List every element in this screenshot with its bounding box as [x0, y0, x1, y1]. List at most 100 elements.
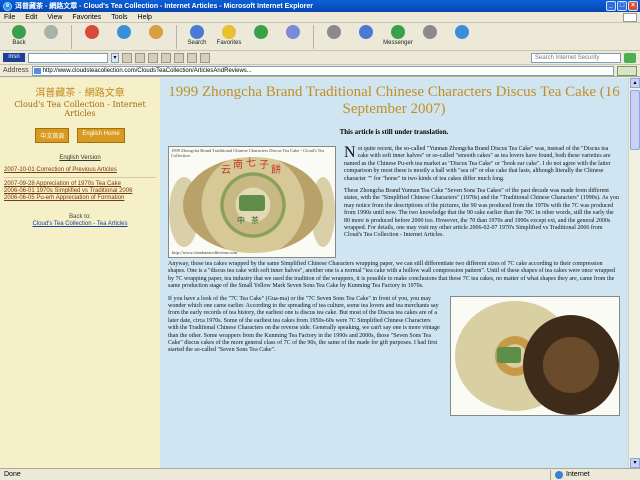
toolbar-button[interactable] [77, 25, 107, 40]
section-heading: English Version [59, 155, 101, 161]
tea-cake-photo: 1999 Zhongcha Brand Traditional Chinese … [168, 146, 336, 258]
dropcap: N [344, 144, 356, 161]
article-link[interactable]: 2007-09-28 Appreciation of 1970s Tea Cak… [4, 181, 156, 188]
go-button[interactable] [624, 52, 636, 63]
url-input[interactable]: http://www.cloudsteacollection.com/Cloud… [31, 65, 614, 76]
highlight-icon[interactable] [122, 52, 132, 63]
toolbar-button[interactable] [351, 25, 381, 40]
go-button[interactable] [617, 65, 637, 76]
toolbar-button[interactable] [278, 25, 308, 40]
discuss-icon [455, 25, 469, 39]
menu-edit[interactable]: Edit [25, 14, 37, 21]
mail-icon [286, 25, 300, 39]
windows-logo-icon [623, 13, 637, 22]
toolbar-button[interactable]: Search [182, 25, 212, 46]
paragraph-text: ot quite recent, the so-called "Yunnan Z… [344, 146, 611, 182]
address-label: Address [3, 67, 29, 74]
footer-link[interactable]: Cloud's Tea Collection - Tea Articles [4, 221, 156, 228]
sidebar-footer: Back to: Cloud's Tea Collection - Tea Ar… [4, 214, 156, 228]
page-title: 1999 Zhongcha Brand Traditional Chinese … [168, 84, 620, 117]
site-title-english: Cloud's Tea Collection - Internet Articl… [14, 100, 146, 118]
globe-icon [555, 470, 563, 479]
wrapper-character: 子 [259, 160, 269, 171]
msn-search-input[interactable] [28, 52, 108, 63]
popup-blocker-icon[interactable] [135, 52, 145, 63]
toolbar-separator [313, 25, 314, 49]
close-button[interactable]: × [628, 1, 638, 11]
scroll-down-icon[interactable]: ▾ [630, 458, 640, 468]
chinese-home-button[interactable]: 中文首頁 [35, 128, 70, 143]
maximize-button[interactable]: □ [617, 1, 627, 11]
sidebar: 洱普藏茶 · 網路文章 Cloud's Tea Collection - Int… [0, 78, 160, 468]
wrapper-character: 餅 [271, 165, 281, 176]
wrapper-character: 南 [233, 160, 243, 171]
language-buttons: 中文首頁 English Home [4, 128, 156, 143]
site-title-chinese: 洱普藏茶 · 網路文章 [35, 88, 125, 99]
history-icon [254, 25, 268, 39]
page-icon [33, 67, 41, 74]
paragraph-text: These Zhongcha Brand Yunnan Tea Cake "Se… [344, 188, 619, 239]
spaces-icon[interactable] [200, 52, 210, 63]
divider [4, 177, 156, 178]
wrapper-character: 中 [237, 216, 245, 225]
toolbar-button[interactable] [109, 25, 139, 40]
msn-logo: msn [3, 53, 25, 62]
url-text: http://www.cloudsteacollection.com/Cloud… [42, 67, 252, 74]
tea-cake-photo [450, 295, 620, 416]
address-bar: Address http://www.cloudsteacollection.c… [0, 65, 640, 77]
edit-icon [359, 25, 373, 39]
chevron-down-icon[interactable]: ▾ [111, 52, 119, 63]
toolbar-button[interactable] [415, 25, 445, 40]
scrollbar-thumb[interactable] [630, 90, 640, 150]
article-main: 1999 Zhongcha Brand Traditional Chinese … [160, 78, 628, 468]
menu-file[interactable]: File [4, 14, 15, 21]
search-toolbar: msn ▾ Search Internet Security [0, 51, 640, 65]
toolbar-button[interactable] [246, 25, 276, 40]
messenger-icon[interactable] [161, 52, 171, 63]
photo-url: http://www.cloudsteacollection.com [172, 249, 237, 255]
toolbar-button[interactable]: Favorites [214, 25, 244, 46]
zhongcha-logo-icon [239, 195, 265, 211]
mail-icon[interactable] [148, 52, 158, 63]
security-zone: Internet [550, 469, 640, 480]
forward-arrow-icon [44, 25, 58, 39]
toolbar-button[interactable] [141, 25, 171, 40]
article-link[interactable]: 2007-10-01 Correction of Previous Articl… [4, 167, 156, 174]
article-link[interactable]: 2006-06-05 Pu-erh Appreciation of Format… [4, 195, 156, 202]
scroll-up-icon[interactable]: ▴ [630, 78, 640, 88]
article-link[interactable]: 2006-06-01 1970s Simplified vs Tradition… [4, 188, 156, 195]
toolbar-button[interactable] [447, 25, 477, 40]
internet-security-search[interactable]: Search Internet Security [531, 52, 621, 63]
menu-help[interactable]: Help [138, 14, 152, 21]
toolbar-button[interactable] [319, 25, 349, 40]
menu-favorites[interactable]: Favorites [72, 14, 101, 21]
music-icon[interactable] [174, 52, 184, 63]
toolbar-button-label: Favorites [216, 40, 242, 46]
research-icon [423, 25, 437, 39]
window-controls: _ □ × [606, 1, 638, 11]
star-icon [222, 25, 236, 39]
article-body: 1999 Zhongcha Brand Traditional Chinese … [168, 144, 620, 416]
back-arrow-icon [12, 25, 26, 39]
stop-icon [85, 25, 99, 39]
toolbar-button[interactable]: Messenger [383, 25, 413, 46]
translation-note: This article is still under translation. [339, 128, 449, 136]
toolbar-separator [176, 25, 177, 49]
wrapper-character: 七 [246, 158, 256, 169]
english-home-button[interactable]: English Home [77, 128, 125, 143]
page-viewport: 洱普藏茶 · 網路文章 Cloud's Tea Collection - Int… [0, 78, 628, 468]
internet-explorer-icon: e [3, 1, 12, 11]
vertical-scrollbar[interactable]: ▴ ▾ [628, 78, 640, 468]
menu-view[interactable]: View [47, 14, 62, 21]
refresh-icon [117, 25, 131, 39]
money-icon[interactable] [187, 52, 197, 63]
menu-tools[interactable]: Tools [111, 14, 127, 21]
toolbar-button[interactable]: Back [4, 25, 34, 46]
home-icon [149, 25, 163, 39]
messenger-icon [391, 25, 405, 39]
toolbar-button[interactable] [36, 25, 66, 40]
window-title: 洱普藏茶 - 網路文章 - Cloud's Tea Collection - I… [15, 3, 314, 10]
print-icon [327, 25, 341, 39]
toolbar-button-label: Search [187, 40, 207, 46]
minimize-button[interactable]: _ [606, 1, 616, 11]
